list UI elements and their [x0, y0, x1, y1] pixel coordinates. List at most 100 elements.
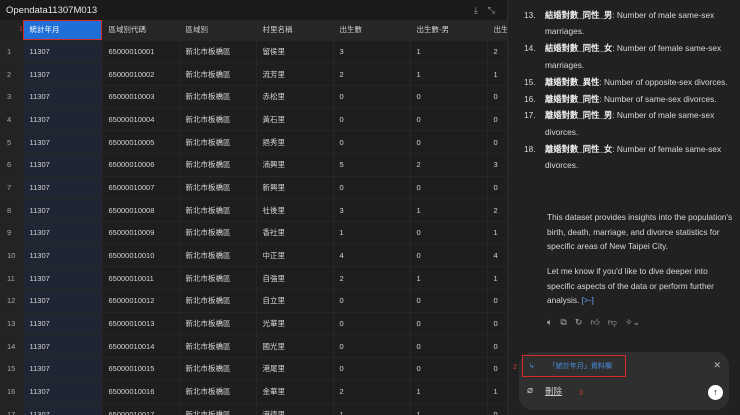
table-cell[interactable]: 香社里 — [256, 221, 334, 245]
table-cell[interactable]: 1 — [487, 380, 507, 404]
table-cell[interactable]: 2 — [333, 380, 411, 404]
table-cell[interactable]: 65000010001 — [102, 40, 180, 64]
table-cell[interactable]: 新北市板橋區 — [179, 153, 257, 177]
regenerate-icon[interactable]: ↻ — [575, 317, 583, 328]
table-cell[interactable]: 新北市板橋區 — [179, 221, 257, 245]
thumbs-down-icon[interactable]: 👎︎ — [608, 317, 617, 328]
table-cell[interactable]: 光華里 — [256, 312, 334, 336]
row-number[interactable]: 14 — [0, 334, 24, 359]
table-cell[interactable]: 0 — [487, 289, 507, 313]
table-cell[interactable]: 1 — [410, 266, 488, 291]
table-cell[interactable]: 新北市板橋區 — [179, 380, 257, 404]
table-cell[interactable]: 0 — [333, 334, 411, 359]
table-cell[interactable]: 0 — [487, 130, 507, 154]
table-cell[interactable]: 65000010013 — [102, 312, 180, 336]
code-citation-link[interactable]: [>-] — [582, 295, 594, 305]
table-cell[interactable]: 11307 — [23, 266, 103, 291]
table-cell[interactable]: 國光里 — [256, 334, 334, 359]
table-cell[interactable]: 11307 — [23, 130, 103, 154]
table-cell[interactable]: 65000010006 — [102, 153, 180, 177]
table-cell[interactable]: 0 — [487, 334, 507, 359]
table-cell[interactable]: 挹秀里 — [256, 130, 334, 154]
table-cell[interactable]: 自立里 — [256, 289, 334, 313]
table-cell[interactable]: 0 — [410, 85, 488, 109]
table-cell[interactable]: 0 — [333, 289, 411, 313]
column-header[interactable]: 出生數-男 — [410, 20, 488, 41]
table-cell[interactable]: 0 — [410, 176, 488, 200]
table-cell[interactable]: 新北市板橋區 — [179, 85, 257, 109]
table-cell[interactable]: 11307 — [23, 334, 103, 359]
table-cell[interactable]: 0 — [410, 289, 488, 313]
table-cell[interactable]: 港德里 — [256, 403, 334, 415]
table-cell[interactable]: 65000010010 — [102, 244, 180, 268]
table-cell[interactable]: 2 — [333, 62, 411, 86]
row-number[interactable]: 4 — [0, 108, 24, 132]
table-cell[interactable]: 65000010011 — [102, 266, 180, 291]
table-cell[interactable]: 65000010003 — [102, 85, 180, 109]
table-cell[interactable]: 65000010008 — [102, 198, 180, 222]
table-cell[interactable]: 1 — [333, 403, 411, 415]
table-cell[interactable]: 2 — [487, 40, 507, 64]
column-header[interactable]: 村里名稱 — [256, 20, 334, 41]
table-cell[interactable]: 新北市板橋區 — [179, 266, 257, 291]
table-cell[interactable]: 2 — [410, 153, 488, 177]
table-cell[interactable]: 11307 — [23, 221, 103, 245]
table-cell[interactable]: 0 — [333, 85, 411, 109]
table-cell[interactable]: 0 — [410, 312, 488, 336]
row-number[interactable]: 7 — [0, 176, 24, 200]
table-cell[interactable]: 0 — [333, 312, 411, 336]
table-cell[interactable]: 自強里 — [256, 266, 334, 291]
table-cell[interactable]: 65000010005 — [102, 130, 180, 154]
table-cell[interactable]: 65000010016 — [102, 380, 180, 404]
table-cell[interactable]: 11307 — [23, 62, 103, 86]
table-cell[interactable]: 65000010009 — [102, 221, 180, 245]
table-cell[interactable]: 11307 — [23, 198, 103, 222]
row-number[interactable]: 15 — [0, 357, 24, 381]
table-cell[interactable]: 5 — [333, 153, 411, 177]
table-cell[interactable]: 黃石里 — [256, 108, 334, 132]
table-cell[interactable]: 11307 — [23, 312, 103, 336]
table-cell[interactable]: 新北市板橋區 — [179, 403, 257, 415]
row-number[interactable]: 3 — [0, 85, 24, 109]
table-cell[interactable]: 中正里 — [256, 244, 334, 268]
table-cell[interactable]: 留侯里 — [256, 40, 334, 64]
row-number[interactable]: 11 — [0, 266, 24, 291]
table-cell[interactable]: 新北市板橋區 — [179, 198, 257, 222]
table-cell[interactable]: 0 — [410, 244, 488, 268]
table-cell[interactable]: 新北市板橋區 — [179, 357, 257, 381]
column-header[interactable]: 出生 — [487, 20, 507, 41]
table-cell[interactable]: 0 — [410, 108, 488, 132]
table-cell[interactable]: 0 — [410, 357, 488, 381]
row-number[interactable]: 2 — [0, 62, 24, 86]
table-cell[interactable]: 新北市板橋區 — [179, 40, 257, 64]
table-cell[interactable]: 11307 — [23, 40, 103, 64]
table-cell[interactable]: 新北市板橋區 — [179, 108, 257, 132]
row-number[interactable]: 8 — [0, 198, 24, 222]
table-cell[interactable]: 11307 — [23, 403, 103, 415]
table-cell[interactable]: 11307 — [23, 357, 103, 381]
collapse-icon[interactable]: ⤡ — [488, 5, 495, 16]
table-cell[interactable]: 0 — [410, 334, 488, 359]
table-cell[interactable]: 11307 — [23, 85, 103, 109]
table-cell[interactable]: 新北市板橋區 — [179, 334, 257, 359]
table-cell[interactable]: 新北市板橋區 — [179, 244, 257, 268]
table-cell[interactable]: 新北市板橋區 — [179, 312, 257, 336]
table-cell[interactable]: 0 — [410, 221, 488, 245]
table-cell[interactable]: 65000010012 — [102, 289, 180, 313]
table-cell[interactable]: 1 — [410, 198, 488, 222]
table-cell[interactable]: 0 — [333, 130, 411, 154]
close-quote-icon[interactable]: ✕ — [713, 360, 721, 371]
table-cell[interactable]: 1 — [333, 221, 411, 245]
row-number[interactable]: 5 — [0, 130, 24, 154]
table-cell[interactable]: 0 — [333, 176, 411, 200]
row-number[interactable]: 12 — [0, 289, 24, 313]
row-number[interactable]: 17 — [0, 403, 24, 415]
table-cell[interactable]: 社後里 — [256, 198, 334, 222]
table-cell[interactable]: 0 — [333, 357, 411, 381]
table-cell[interactable]: 1 — [487, 266, 507, 291]
table-cell[interactable]: 4 — [487, 244, 507, 268]
table-cell[interactable]: 2 — [487, 198, 507, 222]
table-cell[interactable]: 1 — [487, 221, 507, 245]
table-cell[interactable]: 3 — [487, 153, 507, 177]
table-cell[interactable]: 11307 — [23, 289, 103, 313]
